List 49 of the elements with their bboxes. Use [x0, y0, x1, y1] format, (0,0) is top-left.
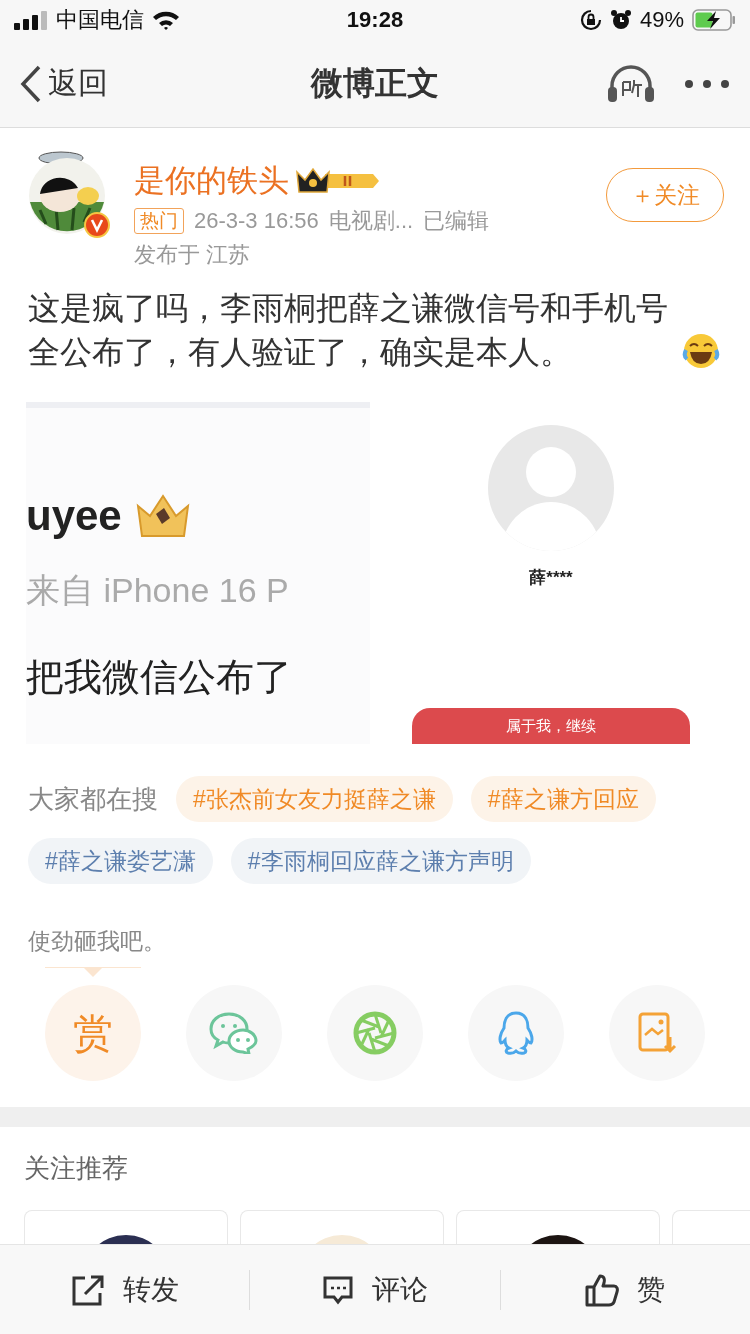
share-button[interactable]: 赏: [45, 985, 141, 1081]
device-source-text: 来自 iPhone 16 P: [26, 570, 290, 611]
topic-tag[interactable]: #李雨桐回应薛之谦方声明: [230, 838, 531, 884]
contact-name: 薛****: [529, 567, 573, 589]
trending-label: 大家都在搜: [28, 782, 158, 816]
like-button[interactable]: 赞: [500, 1245, 750, 1334]
post-source: 电视剧...: [328, 207, 414, 235]
wechat-icon: [209, 1012, 259, 1054]
laughing-emoji-icon: [682, 332, 720, 370]
battery-percent: 49%: [639, 7, 684, 33]
back-button[interactable]: 返回: [20, 63, 108, 104]
edited-label: 已编辑: [423, 207, 490, 235]
reward-prompt: 使劲砸我吧。: [27, 927, 167, 956]
topic-tag[interactable]: #张杰前女友力挺薛之谦: [176, 776, 453, 822]
repost-button[interactable]: 转发: [0, 1245, 250, 1334]
signal-icon: [14, 10, 48, 30]
carrier-name: 中国电信: [56, 6, 144, 34]
share-out-icon: [70, 1273, 105, 1306]
section-title: 关注推荐: [23, 1152, 129, 1185]
follow-button[interactable]: ＋关注: [606, 168, 724, 222]
hot-tag: 热门: [134, 208, 184, 234]
chevron-left-icon: [20, 64, 42, 103]
thumbs-up-icon: [585, 1272, 620, 1307]
clock-time: 19:28: [346, 7, 404, 33]
topic-tag[interactable]: #薛之谦娄艺潇: [28, 838, 213, 884]
screenshot-image[interactable]: uyee 来自 iPhone 16 P 把我微信公布了: [26, 402, 370, 744]
crown-badge-icon: [295, 166, 381, 196]
more-icon[interactable]: [684, 78, 730, 89]
post-text: 这是疯了吗，李雨桐把薛之谦微信号和手机号全公布了，有人验证了，确实是本人。: [28, 289, 669, 372]
comment-text: 把我微信公布了: [26, 655, 293, 700]
shutter-icon: [353, 1011, 397, 1055]
wifi-icon: [152, 10, 180, 30]
headphones-icon[interactable]: [606, 63, 656, 104]
topic-tag[interactable]: #薛之谦方回应: [470, 776, 656, 822]
username-text: uyee: [26, 492, 122, 540]
penguin-icon: [496, 1010, 536, 1056]
post-time: 26-3-3 16:56: [194, 208, 319, 234]
author-name[interactable]: 是你的铁头: [134, 160, 289, 202]
confirm-button: 属于我，继续: [412, 708, 690, 744]
post-location: 发布于 江苏: [134, 241, 251, 269]
reward-label: 赏: [73, 1009, 113, 1057]
recommend-card[interactable]: [456, 1210, 660, 1244]
rotation-lock-icon: [579, 9, 602, 31]
recommend-card[interactable]: [24, 1210, 228, 1244]
save-image-icon: [637, 1011, 677, 1055]
battery-icon: [692, 9, 736, 31]
alarm-icon: [609, 9, 632, 31]
comment-button[interactable]: 评论: [250, 1245, 500, 1334]
page-title: 微博正文: [311, 63, 439, 103]
